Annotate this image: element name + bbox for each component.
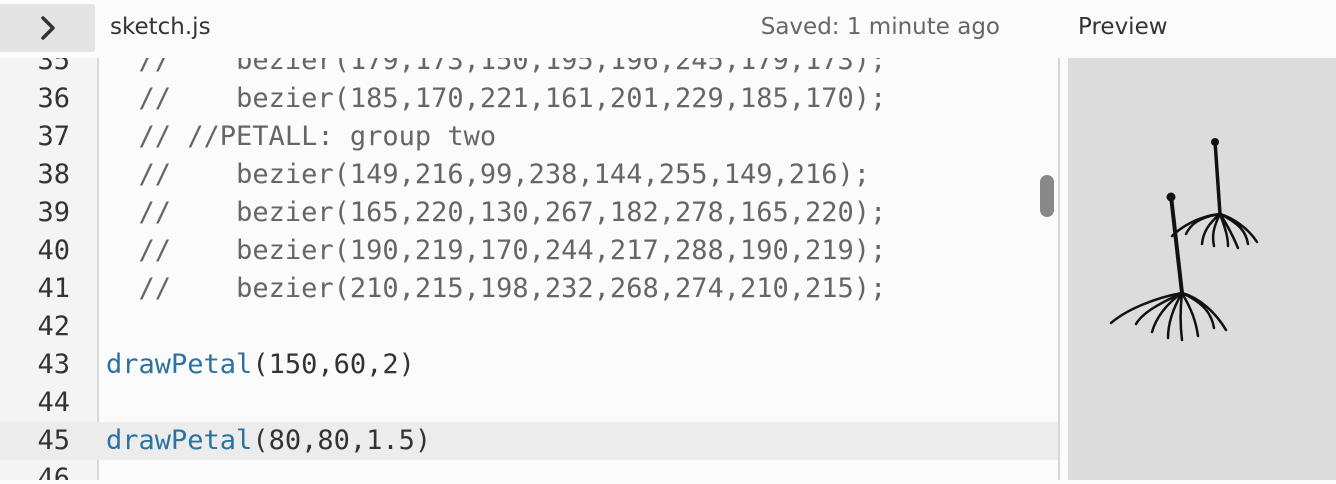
- line-number: 40: [37, 235, 70, 266]
- code-line[interactable]: 40 // bezier(190,219,170,244,217,288,190…: [0, 232, 1058, 270]
- code-line[interactable]: 46: [0, 460, 1058, 480]
- code-line[interactable]: 36 // bezier(185,170,221,161,201,229,185…: [0, 80, 1058, 118]
- code-text: // bezier(210,215,198,232,268,274,210,21…: [106, 270, 887, 308]
- comment-text: bezier(179,173,150,195,196,245,179,173);: [236, 58, 887, 76]
- comment-text: bezier(190,219,170,244,217,288,190,219);: [236, 235, 887, 266]
- function-args: (150,60,2): [252, 349, 415, 380]
- comment-marker: //: [138, 197, 237, 228]
- line-number: 42: [37, 311, 70, 342]
- comment-text: bezier(210,215,198,232,268,274,210,215);: [236, 273, 887, 304]
- code-line[interactable]: 35 // bezier(179,173,150,195,196,245,179…: [0, 58, 1058, 80]
- code-editor[interactable]: 35 // bezier(179,173,150,195,196,245,179…: [0, 58, 1060, 480]
- code-line[interactable]: 37 // //PETALL: group two: [0, 118, 1058, 156]
- comment-text: bezier(149,216,99,238,144,255,149,216);: [236, 159, 871, 190]
- comment-marker: //: [138, 273, 237, 304]
- line-number: 41: [37, 273, 70, 304]
- comment-text: bezier(165,220,130,267,182,278,165,220);: [236, 197, 887, 228]
- save-status: Saved: 1 minute ago: [760, 14, 1000, 40]
- comment-marker: //: [138, 235, 237, 266]
- line-number: 35: [37, 58, 70, 76]
- code-line[interactable]: 41 // bezier(210,215,198,232,268,274,210…: [0, 270, 1058, 308]
- flower-sketch-drawing: [1109, 138, 1259, 342]
- code-line[interactable]: 43 drawPetal(150,60,2): [0, 346, 1058, 384]
- code-line[interactable]: 45 drawPetal(80,80,1.5): [0, 422, 1058, 460]
- code-line[interactable]: 38 // bezier(149,216,99,238,144,255,149,…: [0, 156, 1058, 194]
- line-number: 38: [37, 159, 70, 190]
- code-text: // bezier(179,173,150,195,196,245,179,17…: [106, 58, 887, 80]
- comment-text: bezier(185,170,221,161,201,229,185,170);: [236, 83, 887, 114]
- code-line[interactable]: 39 // bezier(165,220,130,267,182,278,165…: [0, 194, 1058, 232]
- function-name: drawPetal: [106, 349, 253, 380]
- code-line[interactable]: 42: [0, 308, 1058, 346]
- line-number: 43: [37, 349, 70, 380]
- comment-marker: //: [138, 159, 237, 190]
- code-text: // bezier(165,220,130,267,182,278,165,22…: [106, 194, 887, 232]
- preview-canvas[interactable]: [1068, 58, 1336, 480]
- code-text: // //PETALL: group two: [106, 118, 497, 156]
- code-text: // bezier(185,170,221,161,201,229,185,17…: [106, 80, 887, 118]
- code-text: // bezier(149,216,99,238,144,255,149,216…: [106, 156, 871, 194]
- code-line[interactable]: 44: [0, 384, 1058, 422]
- comment-marker: //: [138, 83, 237, 114]
- code-lines: 35 // bezier(179,173,150,195,196,245,179…: [0, 58, 1058, 480]
- function-args: (80,80,1.5): [252, 425, 432, 456]
- function-name: drawPetal: [106, 425, 253, 456]
- line-number: 36: [37, 83, 70, 114]
- line-number: 44: [37, 387, 70, 418]
- chevron-right-icon: [40, 16, 55, 40]
- editor-header: sketch.js Saved: 1 minute ago: [0, 0, 1060, 58]
- code-text: drawPetal(150,60,2): [106, 346, 415, 384]
- comment-text: // //PETALL: group two: [138, 121, 497, 152]
- preview-label: Preview: [1078, 14, 1168, 40]
- sidebar-toggle-button[interactable]: [0, 4, 95, 52]
- line-number: 46: [37, 463, 70, 480]
- vertical-scrollbar[interactable]: [1040, 175, 1054, 217]
- comment-marker: //: [138, 58, 237, 76]
- code-text: drawPetal(80,80,1.5): [106, 422, 431, 460]
- line-number: 37: [37, 121, 70, 152]
- preview-header: Preview: [1068, 0, 1336, 58]
- line-number: 39: [37, 197, 70, 228]
- code-text: // bezier(190,219,170,244,217,288,190,21…: [106, 232, 887, 270]
- line-number: 45: [37, 425, 70, 456]
- file-name-tab[interactable]: sketch.js: [110, 14, 211, 40]
